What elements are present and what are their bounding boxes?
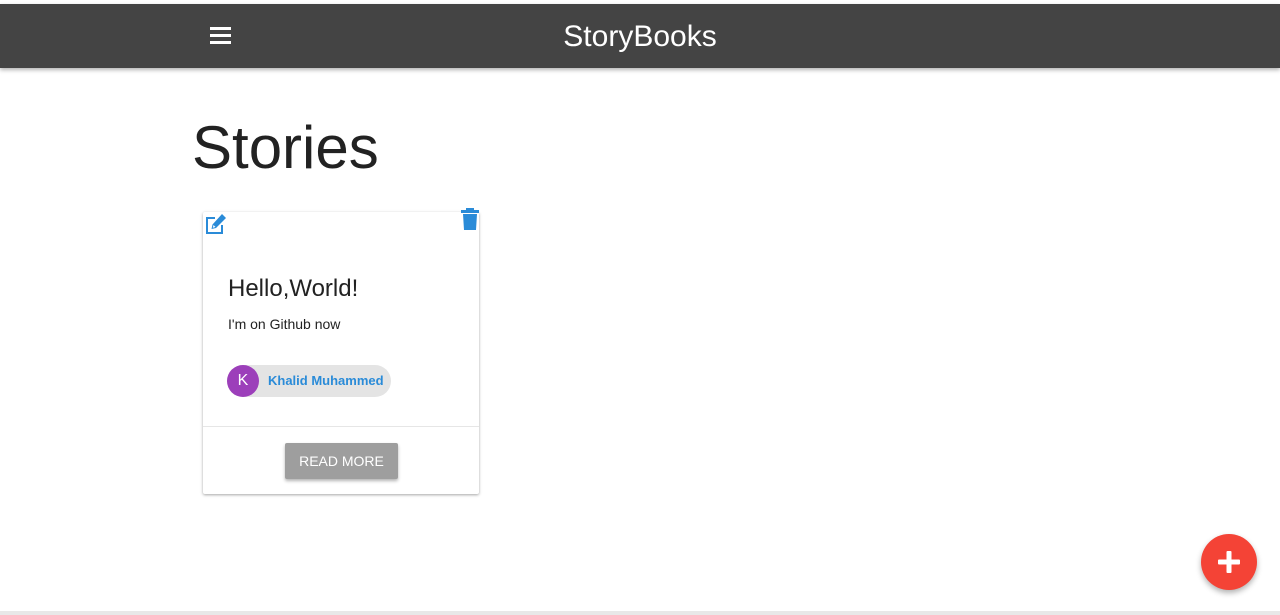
trash-icon[interactable] [460,207,480,231]
bottom-scrollbar-strip [0,611,1280,615]
page-title: Stories [192,114,379,181]
avatar: K [227,365,259,397]
story-card: Hello,World! I'm on Github now K Khalid … [203,208,479,494]
read-more-button[interactable]: READ MORE [285,443,398,479]
story-body: I'm on Github now [228,316,341,332]
author-name-link[interactable]: Khalid Muhammed [268,365,384,397]
author-chip[interactable]: K Khalid Muhammed [227,365,391,397]
edit-icon[interactable] [203,212,229,236]
navbar: StoryBooks [0,4,1280,68]
add-story-button[interactable] [1201,534,1257,590]
brand-container: StoryBooks [0,19,1280,55]
card-divider [203,426,479,427]
story-title: Hello,World! [228,275,359,302]
plus-icon [1218,551,1240,573]
brand-logo-link[interactable]: StoryBooks [563,20,716,53]
